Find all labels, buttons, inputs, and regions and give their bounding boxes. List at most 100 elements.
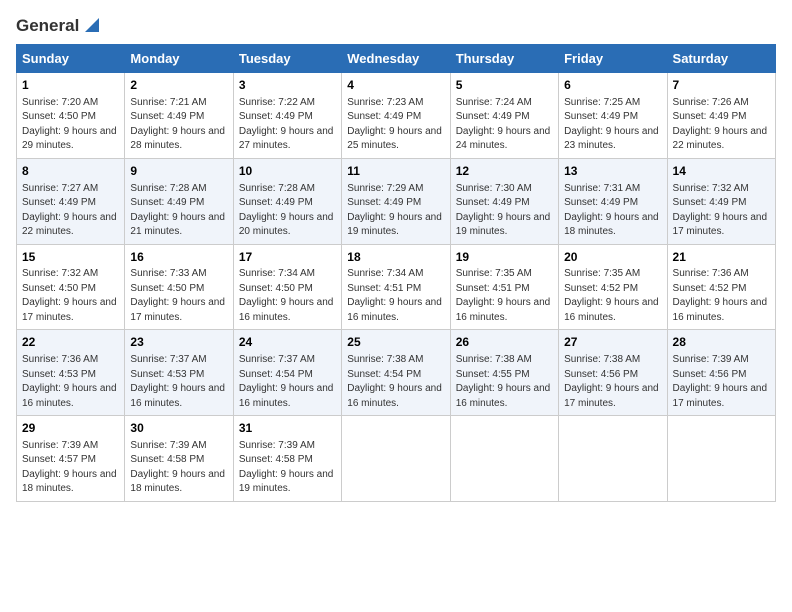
- calendar-cell: 1 Sunrise: 7:20 AMSunset: 4:50 PMDaylight…: [17, 73, 125, 159]
- day-number: 23: [130, 334, 227, 351]
- cell-text: Sunrise: 7:24 AMSunset: 4:49 PMDaylight:…: [456, 96, 553, 154]
- cell-text: Sunrise: 7:31 AMSunset: 4:49 PMDaylight:…: [564, 182, 661, 240]
- cell-text: Sunrise: 7:28 AMSunset: 4:49 PMDaylight:…: [239, 182, 336, 240]
- day-number: 25: [347, 334, 444, 351]
- cell-text: Sunrise: 7:23 AMSunset: 4:49 PMDaylight:…: [347, 96, 444, 154]
- calendar-cell: 2 Sunrise: 7:21 AMSunset: 4:49 PMDaylight…: [125, 73, 233, 159]
- day-number: 15: [22, 249, 119, 266]
- calendar-cell: 24 Sunrise: 7:37 AMSunset: 4:54 PMDayligh…: [233, 330, 341, 416]
- day-number: 3: [239, 77, 336, 94]
- col-header-sunday: Sunday: [17, 45, 125, 73]
- cell-text: Sunrise: 7:35 AMSunset: 4:51 PMDaylight:…: [456, 267, 553, 325]
- day-number: 11: [347, 163, 444, 180]
- calendar-cell: 12 Sunrise: 7:30 AMSunset: 4:49 PMDayligh…: [450, 158, 558, 244]
- cell-text: Sunrise: 7:34 AMSunset: 4:51 PMDaylight:…: [347, 267, 444, 325]
- calendar-cell: 9 Sunrise: 7:28 AMSunset: 4:49 PMDaylight…: [125, 158, 233, 244]
- cell-text: Sunrise: 7:36 AMSunset: 4:52 PMDaylight:…: [673, 267, 770, 325]
- calendar-cell: 30Sunrise: 7:39 AMSunset: 4:58 PMDayligh…: [125, 416, 233, 502]
- day-number: 22: [22, 334, 119, 351]
- day-number: 27: [564, 334, 661, 351]
- calendar-cell: 19Sunrise: 7:35 AMSunset: 4:51 PMDayligh…: [450, 244, 558, 330]
- calendar-cell: [667, 416, 775, 502]
- calendar-week-row: 1 Sunrise: 7:20 AMSunset: 4:50 PMDaylight…: [17, 73, 776, 159]
- calendar-cell: 18Sunrise: 7:34 AMSunset: 4:51 PMDayligh…: [342, 244, 450, 330]
- cell-text: Sunrise: 7:35 AMSunset: 4:52 PMDaylight:…: [564, 267, 661, 325]
- day-number: 8: [22, 163, 119, 180]
- cell-text: Sunrise: 7:25 AMSunset: 4:49 PMDaylight:…: [564, 96, 661, 154]
- calendar-cell: 25 Sunrise: 7:38 AMSunset: 4:54 PMDayligh…: [342, 330, 450, 416]
- calendar-cell: 8 Sunrise: 7:27 AMSunset: 4:49 PMDaylight…: [17, 158, 125, 244]
- page-header: General: [16, 16, 776, 34]
- day-number: 21: [673, 249, 770, 266]
- col-header-thursday: Thursday: [450, 45, 558, 73]
- cell-text: Sunrise: 7:33 AMSunset: 4:50 PMDaylight:…: [130, 267, 227, 325]
- calendar-cell: 3 Sunrise: 7:22 AMSunset: 4:49 PMDaylight…: [233, 73, 341, 159]
- calendar-cell: 5Sunrise: 7:24 AMSunset: 4:49 PMDaylight…: [450, 73, 558, 159]
- cell-text: Sunrise: 7:26 AMSunset: 4:49 PMDaylight:…: [673, 96, 770, 154]
- cell-text: Sunrise: 7:28 AMSunset: 4:49 PMDaylight:…: [130, 182, 227, 240]
- cell-text: Sunrise: 7:34 AMSunset: 4:50 PMDaylight:…: [239, 267, 336, 325]
- calendar-cell: [342, 416, 450, 502]
- calendar-header-row: SundayMondayTuesdayWednesdayThursdayFrid…: [17, 45, 776, 73]
- day-number: 13: [564, 163, 661, 180]
- calendar-cell: 29 Sunrise: 7:39 AMSunset: 4:57 PMDayligh…: [17, 416, 125, 502]
- col-header-tuesday: Tuesday: [233, 45, 341, 73]
- cell-text: Sunrise: 7:22 AMSunset: 4:49 PMDaylight:…: [239, 96, 336, 154]
- calendar-cell: 27 Sunrise: 7:38 AMSunset: 4:56 PMDayligh…: [559, 330, 667, 416]
- cell-text: Sunrise: 7:39 AMSunset: 4:57 PMDaylight:…: [22, 439, 119, 497]
- calendar-cell: 14Sunrise: 7:32 AMSunset: 4:49 PMDayligh…: [667, 158, 775, 244]
- cell-text: Sunrise: 7:20 AMSunset: 4:50 PMDaylight:…: [22, 96, 119, 154]
- cell-text: Sunrise: 7:30 AMSunset: 4:49 PMDaylight:…: [456, 182, 553, 240]
- calendar-cell: 17Sunrise: 7:34 AMSunset: 4:50 PMDayligh…: [233, 244, 341, 330]
- day-number: 16: [130, 249, 227, 266]
- calendar-week-row: 29 Sunrise: 7:39 AMSunset: 4:57 PMDayligh…: [17, 416, 776, 502]
- calendar-cell: [559, 416, 667, 502]
- calendar-cell: 10Sunrise: 7:28 AMSunset: 4:49 PMDayligh…: [233, 158, 341, 244]
- calendar-week-row: 15Sunrise: 7:32 AMSunset: 4:50 PMDayligh…: [17, 244, 776, 330]
- cell-text: Sunrise: 7:27 AMSunset: 4:49 PMDaylight:…: [22, 182, 119, 240]
- col-header-friday: Friday: [559, 45, 667, 73]
- day-number: 2: [130, 77, 227, 94]
- col-header-monday: Monday: [125, 45, 233, 73]
- cell-text: Sunrise: 7:37 AMSunset: 4:53 PMDaylight:…: [130, 353, 227, 411]
- day-number: 9: [130, 163, 227, 180]
- logo: General: [16, 16, 99, 34]
- cell-text: Sunrise: 7:21 AMSunset: 4:49 PMDaylight:…: [130, 96, 227, 154]
- calendar-week-row: 22Sunrise: 7:36 AMSunset: 4:53 PMDayligh…: [17, 330, 776, 416]
- calendar-cell: 31Sunrise: 7:39 AMSunset: 4:58 PMDayligh…: [233, 416, 341, 502]
- cell-text: Sunrise: 7:37 AMSunset: 4:54 PMDaylight:…: [239, 353, 336, 411]
- calendar-cell: [450, 416, 558, 502]
- cell-text: Sunrise: 7:39 AMSunset: 4:58 PMDaylight:…: [130, 439, 227, 497]
- calendar-week-row: 8 Sunrise: 7:27 AMSunset: 4:49 PMDaylight…: [17, 158, 776, 244]
- day-number: 6: [564, 77, 661, 94]
- day-number: 1: [22, 77, 119, 94]
- calendar-cell: 15Sunrise: 7:32 AMSunset: 4:50 PMDayligh…: [17, 244, 125, 330]
- day-number: 14: [673, 163, 770, 180]
- col-header-saturday: Saturday: [667, 45, 775, 73]
- logo-triangle-icon: [81, 16, 99, 34]
- day-number: 26: [456, 334, 553, 351]
- day-number: 4: [347, 77, 444, 94]
- calendar-cell: 20Sunrise: 7:35 AMSunset: 4:52 PMDayligh…: [559, 244, 667, 330]
- calendar-cell: 4 Sunrise: 7:23 AMSunset: 4:49 PMDaylight…: [342, 73, 450, 159]
- day-number: 31: [239, 420, 336, 437]
- calendar-table: SundayMondayTuesdayWednesdayThursdayFrid…: [16, 44, 776, 502]
- calendar-cell: 7Sunrise: 7:26 AMSunset: 4:49 PMDaylight…: [667, 73, 775, 159]
- day-number: 19: [456, 249, 553, 266]
- calendar-cell: 11 Sunrise: 7:29 AMSunset: 4:49 PMDayligh…: [342, 158, 450, 244]
- calendar-cell: 22Sunrise: 7:36 AMSunset: 4:53 PMDayligh…: [17, 330, 125, 416]
- cell-text: Sunrise: 7:38 AMSunset: 4:55 PMDaylight:…: [456, 353, 553, 411]
- cell-text: Sunrise: 7:38 AMSunset: 4:56 PMDaylight:…: [564, 353, 661, 411]
- calendar-cell: 23 Sunrise: 7:37 AMSunset: 4:53 PMDayligh…: [125, 330, 233, 416]
- day-number: 29: [22, 420, 119, 437]
- cell-text: Sunrise: 7:32 AMSunset: 4:50 PMDaylight:…: [22, 267, 119, 325]
- cell-text: Sunrise: 7:38 AMSunset: 4:54 PMDaylight:…: [347, 353, 444, 411]
- day-number: 20: [564, 249, 661, 266]
- calendar-cell: 13 Sunrise: 7:31 AMSunset: 4:49 PMDayligh…: [559, 158, 667, 244]
- calendar-cell: 26 Sunrise: 7:38 AMSunset: 4:55 PMDayligh…: [450, 330, 558, 416]
- day-number: 24: [239, 334, 336, 351]
- calendar-cell: 28Sunrise: 7:39 AMSunset: 4:56 PMDayligh…: [667, 330, 775, 416]
- cell-text: Sunrise: 7:29 AMSunset: 4:49 PMDaylight:…: [347, 182, 444, 240]
- day-number: 12: [456, 163, 553, 180]
- calendar-cell: 6 Sunrise: 7:25 AMSunset: 4:49 PMDaylight…: [559, 73, 667, 159]
